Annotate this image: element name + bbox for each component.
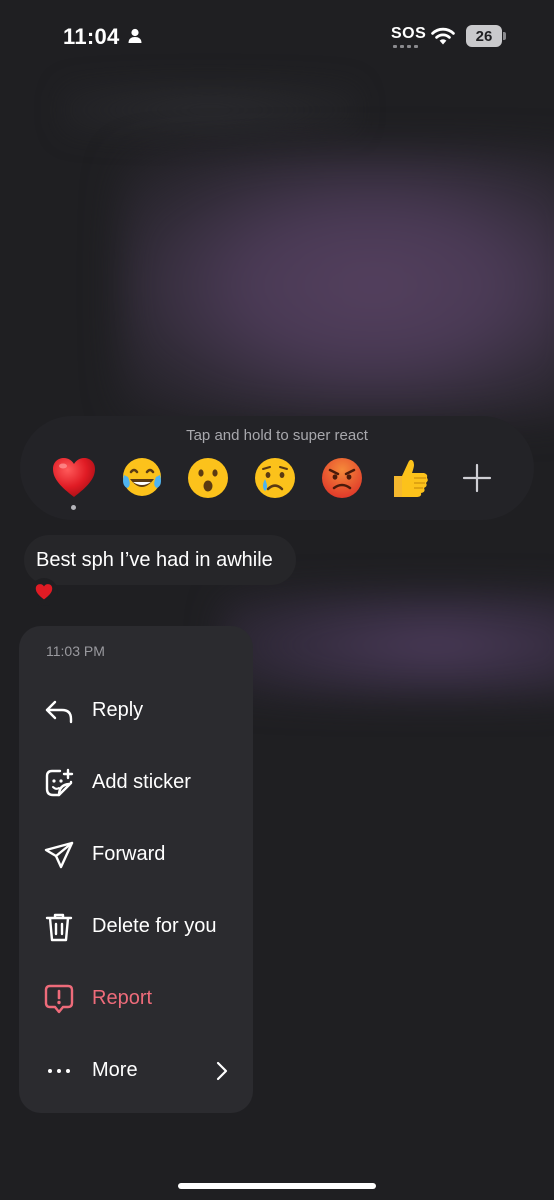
reaction-red-heart[interactable] <box>50 455 98 503</box>
menu-item-more[interactable]: More <box>19 1041 253 1101</box>
more-icon <box>43 1055 75 1087</box>
menu-label-reply: Reply <box>92 699 144 721</box>
menu-item-reply[interactable]: Reply <box>19 681 253 741</box>
menu-label-report: Report <box>92 987 153 1009</box>
report-icon <box>43 983 75 1015</box>
wifi-icon <box>431 27 455 45</box>
forward-icon <box>43 839 75 871</box>
reply-icon <box>43 695 75 727</box>
sticker-icon <box>43 767 75 799</box>
menu-item-report[interactable]: Report <box>19 969 253 1029</box>
message-reaction[interactable] <box>30 578 58 606</box>
battery-tip <box>503 32 506 40</box>
message-context-menu: 11:03 PM Reply Add sticker Forward Delet… <box>19 626 253 1113</box>
trash-icon <box>43 911 75 943</box>
reaction-hint: Tap and hold to super react <box>186 427 368 444</box>
battery-icon: 26 <box>466 25 502 47</box>
heart-icon <box>35 584 53 600</box>
plus-icon[interactable] <box>462 463 492 493</box>
signal-dots <box>393 45 418 48</box>
reaction-angry[interactable] <box>318 455 366 503</box>
menu-label-delete: Delete for you <box>92 915 217 937</box>
message-text: Best sph I’ve had in awhile <box>36 548 273 571</box>
menu-label-more: More <box>92 1059 138 1081</box>
chevron-right-icon <box>216 1061 228 1081</box>
surprised-face-icon <box>188 458 228 498</box>
thumbs-up-icon <box>394 459 428 497</box>
menu-label-add-sticker: Add sticker <box>92 771 191 793</box>
menu-item-forward[interactable]: Forward <box>19 825 253 885</box>
reaction-tears-of-joy[interactable] <box>118 455 166 503</box>
heart-icon <box>53 458 95 497</box>
tears-of-joy-icon <box>123 458 161 496</box>
battery-level: 26 <box>475 27 493 45</box>
menu-item-add-sticker[interactable]: Add sticker <box>19 753 253 813</box>
menu-item-delete[interactable]: Delete for you <box>19 897 253 957</box>
message-bubble[interactable]: Best sph I’ve had in awhile <box>24 535 296 585</box>
reaction-thumbs-up[interactable] <box>385 455 433 503</box>
angry-face-icon <box>322 458 362 498</box>
reaction-surprised[interactable] <box>184 455 232 503</box>
sos-indicator: SOS <box>391 25 427 42</box>
message-timestamp: 11:03 PM <box>46 643 105 659</box>
menu-label-forward: Forward <box>92 843 166 865</box>
home-indicator[interactable] <box>178 1183 376 1189</box>
person-icon <box>128 28 142 43</box>
status-time: 11:04 <box>63 24 120 49</box>
reaction-crying[interactable] <box>251 455 299 503</box>
crying-face-icon <box>255 458 295 498</box>
selected-reaction-dot <box>71 505 76 510</box>
status-bar: 11:04 SOS 26 <box>0 0 554 78</box>
